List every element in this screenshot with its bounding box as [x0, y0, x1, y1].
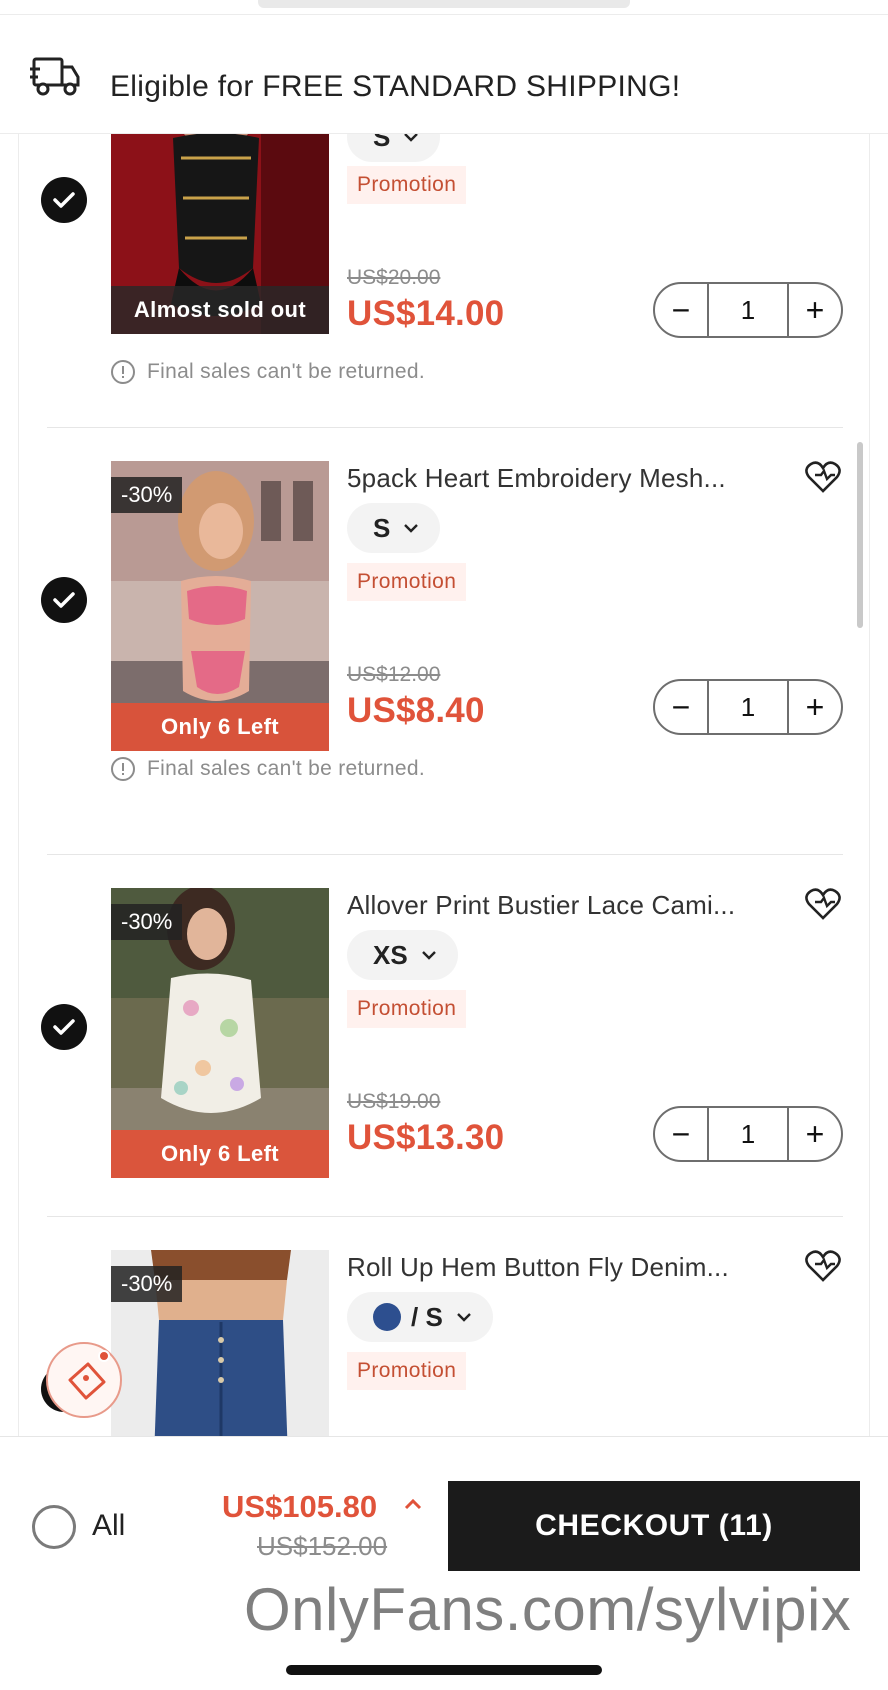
product-image[interactable]: -30% [111, 1250, 329, 1436]
info-icon [111, 360, 135, 384]
wishlist-heart-icon[interactable] [805, 461, 841, 493]
shipping-text: Eligible for FREE STANDARD SHIPPING! [110, 70, 681, 103]
sale-price: US$13.30 [347, 1118, 505, 1157]
original-price: US$20.00 [347, 266, 441, 289]
original-price: US$19.00 [347, 1090, 441, 1113]
chevron-down-icon [404, 134, 419, 142]
checkout-bar: All US$105.80 US$152.00 CHECKOUT (11) On… [0, 1436, 888, 1690]
divider [47, 1216, 843, 1217]
promotion-tag: Promotion [347, 563, 467, 601]
coupon-button[interactable] [46, 1342, 122, 1418]
increase-button[interactable]: + [789, 1108, 841, 1160]
size-selector[interactable]: S [347, 503, 441, 553]
quantity-value[interactable]: 1 [707, 1108, 789, 1160]
original-price: US$12.00 [347, 663, 441, 686]
product-title[interactable]: 5pack Heart Embroidery Mesh... [347, 463, 726, 494]
decrease-button[interactable]: − [655, 681, 707, 733]
size-value: S [373, 512, 391, 543]
chevron-up-icon[interactable] [404, 1497, 422, 1511]
quantity-stepper[interactable]: − 1 + [653, 679, 843, 735]
divider [47, 427, 843, 428]
original-total: US$152.00 [257, 1531, 388, 1561]
quantity-stepper[interactable]: − 1 + [653, 1106, 843, 1162]
size-value: S [373, 134, 391, 152]
watermark: OnlyFans.com/sylvipix [244, 1576, 852, 1643]
stock-label: Almost sold out [111, 286, 329, 334]
sale-price: US$14.00 [347, 294, 505, 333]
chevron-down-icon [456, 1313, 471, 1322]
wishlist-heart-icon[interactable] [805, 1250, 841, 1282]
final-sale-note: Final sales can't be returned. [111, 360, 425, 384]
quantity-value[interactable]: 1 [707, 284, 789, 336]
quantity-stepper[interactable]: − 1 + [653, 282, 843, 338]
truck-icon [30, 57, 80, 96]
item-checkbox[interactable] [41, 177, 87, 223]
promotion-tag: Promotion [347, 1352, 467, 1390]
divider [47, 854, 843, 855]
final-sale-note: Final sales can't be returned. [111, 757, 425, 781]
shipping-banner: Eligible for FREE STANDARD SHIPPING! [0, 14, 888, 134]
final-sale-text: Final sales can't be returned. [147, 757, 425, 780]
product-image[interactable]: -30% Only 6 Left [111, 461, 329, 751]
size-value: / S [411, 1301, 443, 1332]
checkmark-icon [53, 592, 75, 608]
color-size-selector[interactable]: / S [347, 1292, 493, 1342]
wishlist-heart-icon[interactable] [805, 888, 841, 920]
notification-dot [98, 1350, 110, 1362]
increase-button[interactable]: + [789, 681, 841, 733]
sale-price: US$8.40 [347, 691, 485, 730]
select-all-label[interactable]: All [92, 1509, 125, 1543]
checkmark-icon [53, 1019, 75, 1035]
item-checkbox[interactable] [41, 577, 87, 623]
scrollbar[interactable] [857, 442, 863, 628]
increase-button[interactable]: + [789, 284, 841, 336]
quantity-value[interactable]: 1 [707, 681, 789, 733]
promotion-tag: Promotion [347, 990, 467, 1028]
promotion-tag: Promotion [347, 166, 467, 204]
size-selector[interactable]: S [347, 134, 441, 162]
decrease-button[interactable]: − [655, 284, 707, 336]
total-price[interactable]: US$105.80 [222, 1489, 377, 1525]
discount-badge: -30% [111, 477, 183, 513]
product-image[interactable]: Almost sold out [111, 134, 329, 334]
product-title[interactable]: Roll Up Hem Button Fly Denim... [347, 1252, 729, 1283]
checkout-button[interactable]: CHECKOUT (11) [448, 1481, 860, 1571]
discount-badge: -30% [111, 904, 183, 940]
sheet-handle [258, 0, 630, 8]
home-indicator [286, 1665, 602, 1675]
size-selector[interactable]: XS [347, 930, 458, 980]
decrease-button[interactable]: − [655, 1108, 707, 1160]
checkmark-icon [53, 192, 75, 208]
cart-list[interactable]: Almost sold out S Promotion US$20.00 US$… [18, 134, 870, 1436]
chevron-down-icon [404, 524, 419, 533]
chevron-down-icon [421, 951, 436, 960]
product-image[interactable]: -30% Only 6 Left [111, 888, 329, 1178]
info-icon [111, 757, 135, 781]
discount-badge: -30% [111, 1266, 183, 1302]
stock-label: Only 6 Left [111, 1130, 329, 1178]
size-value: XS [373, 939, 408, 970]
product-title[interactable]: Allover Print Bustier Lace Cami... [347, 890, 735, 921]
stock-label: Only 6 Left [111, 703, 329, 751]
coupon-icon [68, 1362, 106, 1400]
color-swatch [373, 1303, 401, 1331]
item-checkbox[interactable] [41, 1004, 87, 1050]
final-sale-text: Final sales can't be returned. [147, 360, 425, 383]
select-all-radio[interactable] [32, 1505, 76, 1549]
